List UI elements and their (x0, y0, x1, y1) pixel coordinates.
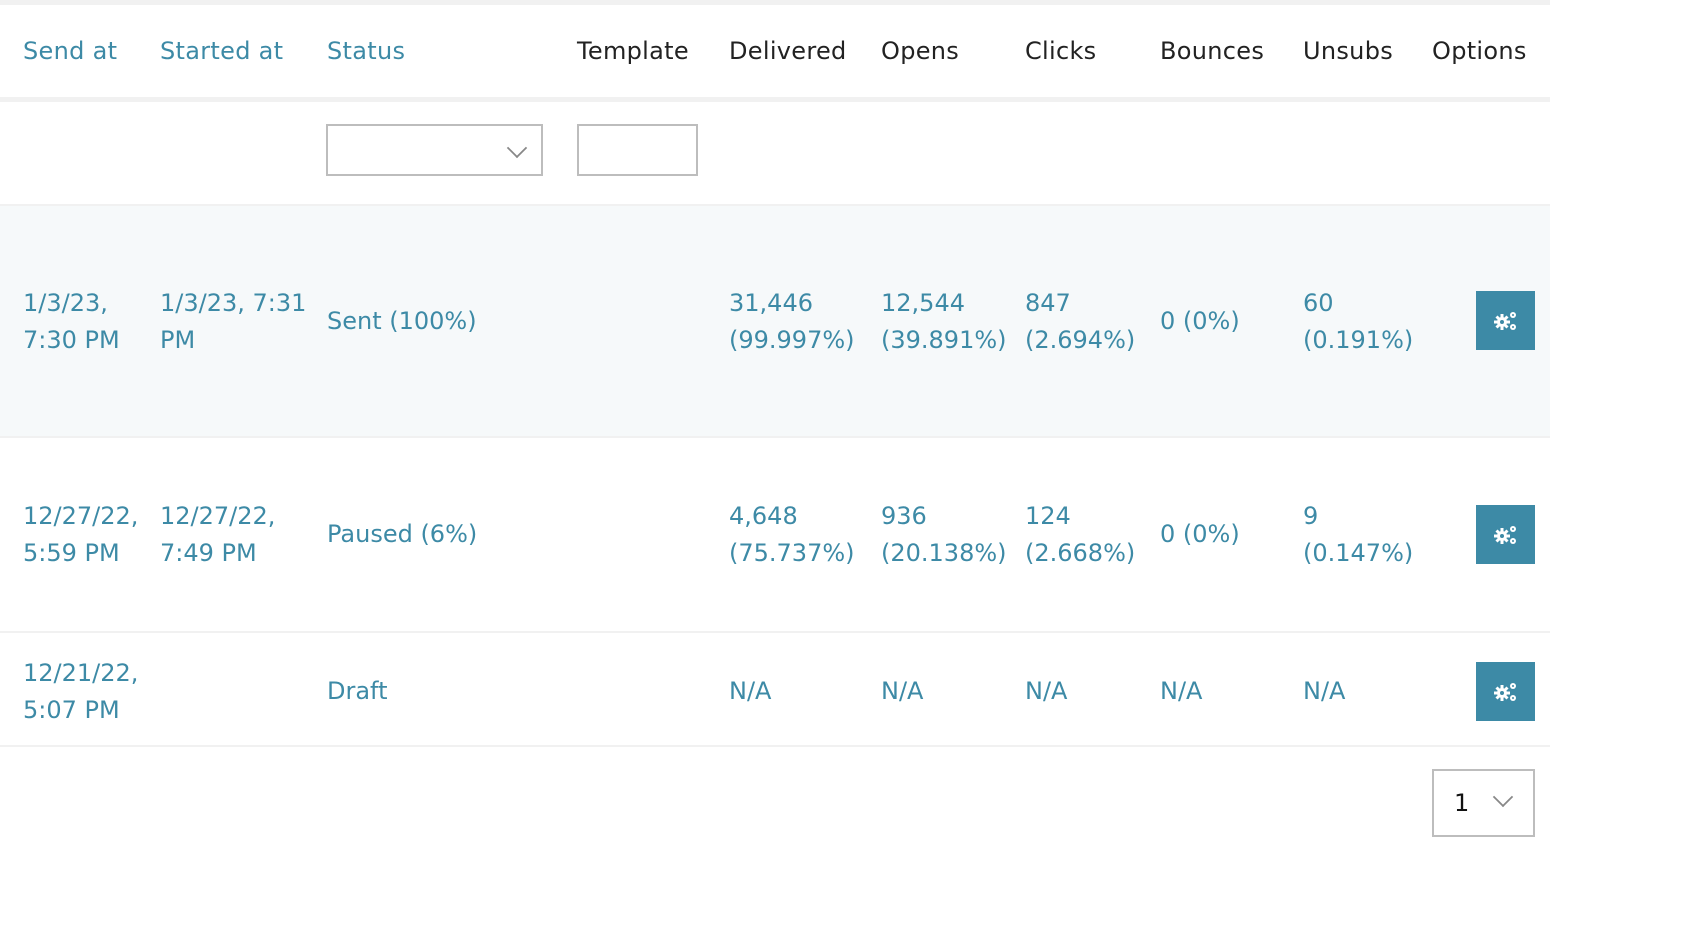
header-clicks: Clicks (1025, 37, 1097, 65)
clicks-count: 847 (1025, 289, 1071, 317)
delivered-percent: (75.737%) (729, 539, 855, 567)
unsubs-percent: (0.191%) (1303, 326, 1414, 354)
table-row: 1/3/23, 7:30 PM 1/3/23, 7:31 PM Sent (100%… (0, 204, 1550, 436)
opens-cell: N/A (881, 677, 924, 705)
status-cell: Draft (327, 677, 388, 705)
started-at-date: 12/27/22, (160, 502, 276, 530)
unsubs-cell: 9 (0.147%) (1303, 498, 1413, 572)
unsubs-percent: (0.147%) (1303, 539, 1414, 567)
send-at-cell: 12/27/22, 5:59 PM (23, 498, 138, 572)
table-row: 12/21/22, 5:07 PM Draft N/A N/A N/A N/A N… (0, 631, 1550, 751)
header-delivered: Delivered (729, 37, 847, 65)
clicks-cell: 847 (2.694%) (1025, 285, 1135, 359)
started-at-cell: 1/3/23, 7:31 PM (160, 285, 306, 359)
template-filter-input[interactable] (577, 124, 698, 176)
started-at-cell: 12/27/22, 7:49 PM (160, 498, 275, 572)
bounces-cell: 0 (0%) (1160, 520, 1240, 548)
gears-icon (1493, 682, 1516, 701)
status-cell: Sent (100%) (327, 307, 477, 335)
header-bounces: Bounces (1160, 37, 1265, 65)
send-at-date: 12/27/22, (23, 502, 139, 530)
send-at-date: 12/21/22, (23, 659, 139, 687)
send-at-time: 5:59 PM (23, 539, 120, 567)
table-bottom-divider (0, 745, 1550, 747)
opens-count: 936 (881, 502, 927, 530)
delivered-cell: 4,648 (75.737%) (729, 498, 855, 572)
header-send-at[interactable]: Send at (23, 37, 117, 65)
started-at-date: 1/3/23, 7:31 (160, 289, 307, 317)
table-header: Send at Started at Status Template Deliv… (0, 5, 1550, 102)
started-at-time: PM (160, 326, 196, 354)
options-button[interactable] (1476, 291, 1535, 350)
options-button[interactable] (1476, 505, 1535, 564)
chevron-down-icon (1492, 786, 1514, 808)
chevron-down-icon (506, 137, 528, 159)
header-opens: Opens (881, 37, 960, 65)
send-at-cell: 1/3/23, 7:30 PM (23, 285, 120, 359)
header-status[interactable]: Status (327, 37, 405, 65)
send-at-time: 5:07 PM (23, 696, 120, 724)
opens-percent: (20.138%) (881, 539, 1007, 567)
send-at-date: 1/3/23, (23, 289, 108, 317)
gears-icon (1493, 311, 1516, 330)
send-at-time: 7:30 PM (23, 326, 120, 354)
bounces-cell: N/A (1160, 677, 1203, 705)
header-unsubs: Unsubs (1303, 37, 1394, 65)
unsubs-cell: N/A (1303, 677, 1346, 705)
status-cell: Paused (6%) (327, 520, 478, 548)
opens-percent: (39.891%) (881, 326, 1007, 354)
delivered-count: 31,446 (729, 289, 813, 317)
clicks-cell: 124 (2.668%) (1025, 498, 1135, 572)
header-template: Template (577, 37, 689, 65)
opens-count: 12,544 (881, 289, 965, 317)
clicks-percent: (2.668%) (1025, 539, 1136, 567)
bounces-cell: 0 (0%) (1160, 307, 1240, 335)
header-options: Options (1432, 37, 1527, 65)
per-page-select[interactable]: 1 (1432, 769, 1535, 837)
opens-cell: 12,544 (39.891%) (881, 285, 1007, 359)
send-at-cell: 12/21/22, 5:07 PM (23, 655, 138, 729)
started-at-time: 7:49 PM (160, 539, 257, 567)
header-started-at[interactable]: Started at (160, 37, 283, 65)
filter-row (0, 102, 1550, 204)
clicks-count: 124 (1025, 502, 1071, 530)
status-filter-select[interactable] (326, 124, 543, 176)
per-page-value: 1 (1454, 789, 1468, 817)
table-row: 12/27/22, 5:59 PM 12/27/22, 7:49 PM Paused… (0, 436, 1550, 631)
opens-cell: 936 (20.138%) (881, 498, 1007, 572)
delivered-cell: N/A (729, 677, 772, 705)
delivered-percent: (99.997%) (729, 326, 855, 354)
clicks-percent: (2.694%) (1025, 326, 1136, 354)
unsubs-count: 60 (1303, 289, 1334, 317)
unsubs-cell: 60 (0.191%) (1303, 285, 1413, 359)
delivered-cell: 31,446 (99.997%) (729, 285, 855, 359)
gears-icon (1493, 525, 1516, 544)
unsubs-count: 9 (1303, 502, 1319, 530)
campaigns-table: Send at Started at Status Template Deliv… (0, 0, 1550, 751)
clicks-cell: N/A (1025, 677, 1068, 705)
options-button[interactable] (1476, 662, 1535, 721)
delivered-count: 4,648 (729, 502, 798, 530)
